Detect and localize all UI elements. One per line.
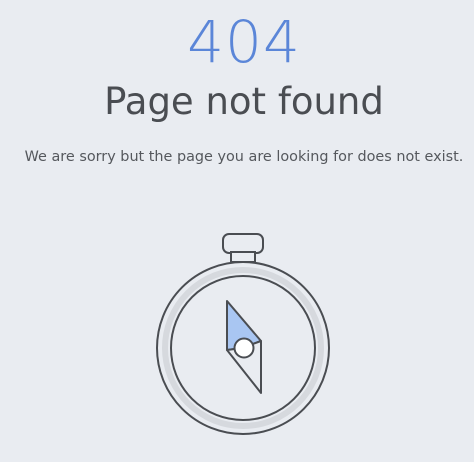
compass-pivot xyxy=(233,337,255,359)
compass-crown xyxy=(222,233,264,254)
page-title: Page not found xyxy=(104,80,384,123)
compass-icon xyxy=(156,233,330,435)
error-code: 404 xyxy=(187,8,301,76)
error-page: 404 Page not found We are sorry but the … xyxy=(0,0,474,462)
compass-stem xyxy=(230,251,256,263)
error-message: We are sorry but the page you are lookin… xyxy=(24,149,464,165)
